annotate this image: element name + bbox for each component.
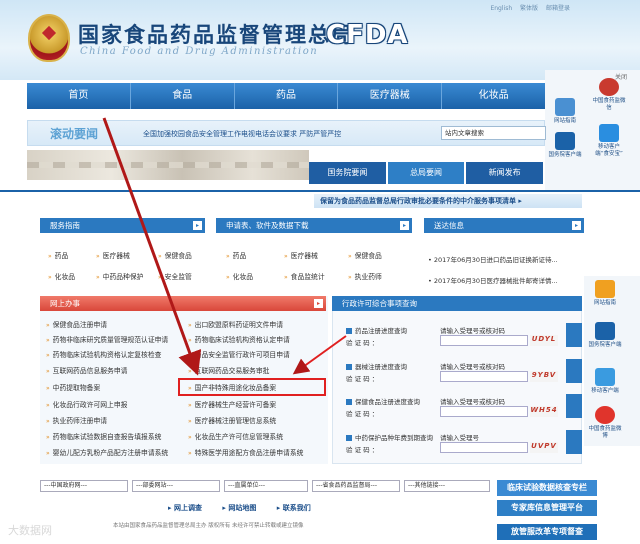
province-select[interactable]: ---省食品药品监督局--- <box>312 480 400 492</box>
footer-selects: ---中国政府网--- ---部委网站--- ---直属单位--- ---省食品… <box>40 480 490 494</box>
gov-select[interactable]: ---中国政府网--- <box>40 480 128 492</box>
arrow-down <box>102 117 202 376</box>
expert-db-button[interactable]: 专家库信息管理平台 <box>497 500 597 516</box>
contact-link[interactable]: 联系我们 <box>277 504 311 512</box>
footer-links: 网上调查 网站地图 联系我们 <box>168 503 329 513</box>
arrow-left <box>292 335 347 375</box>
ministry-select[interactable]: ---部委网站--- <box>132 480 220 492</box>
copyright: 本站由国家食品药品监督管理总局主办 版权所有 未经许可禁止转载或建立镜像 <box>113 523 304 529</box>
unit-select[interactable]: ---直属单位--- <box>224 480 308 492</box>
page: English 繁体版 邮箱登录 国家食品药品监督管理总局 China Food… <box>0 0 640 544</box>
annotation-arrows <box>102 117 347 376</box>
watermark: 大数据网 <box>8 524 52 537</box>
reform-button[interactable]: 放管服改革专项督查 <box>497 524 597 540</box>
survey-link[interactable]: 网上调查 <box>168 504 202 512</box>
sitemap-link[interactable]: 网站地图 <box>222 504 256 512</box>
other-select[interactable]: ---其他链接--- <box>404 480 490 492</box>
clinical-data-button[interactable]: 临床试验数据核查专栏 <box>497 480 597 496</box>
